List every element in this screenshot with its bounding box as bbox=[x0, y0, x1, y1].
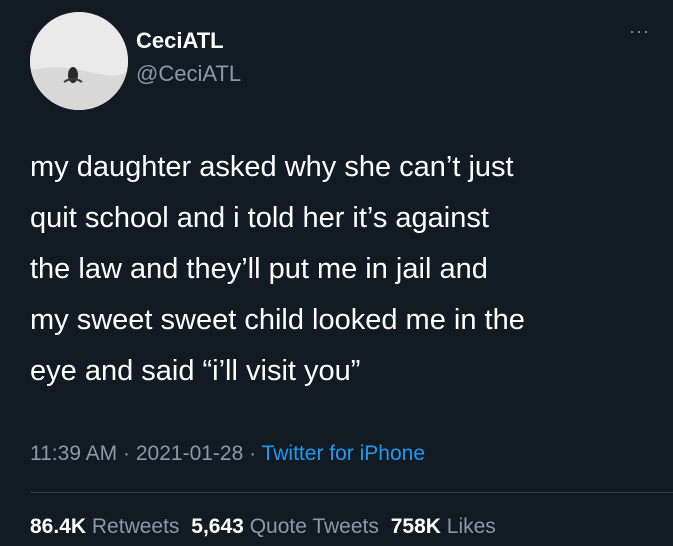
quote-tweets-count: 5,643 bbox=[191, 515, 244, 538]
user-handle[interactable]: @CeciATL bbox=[136, 61, 241, 87]
tweet-header: CeciATL @CeciATL ··· bbox=[30, 12, 650, 112]
meta-separator: · bbox=[249, 442, 257, 465]
retweets-stat[interactable]: 86.4K Retweets bbox=[30, 515, 179, 538]
likes-stat[interactable]: 758K Likes bbox=[391, 515, 496, 538]
tweet-source-link[interactable]: Twitter for iPhone bbox=[262, 442, 425, 465]
divider bbox=[30, 492, 673, 493]
likes-label: Likes bbox=[446, 515, 496, 538]
tweet-card: CeciATL @CeciATL ··· my daughter asked w… bbox=[0, 0, 673, 546]
tweet-meta: 11:39 AM · 2021-01-28 · Twitter for iPho… bbox=[30, 440, 425, 468]
tweet-text-line: quit school and i told her it’s against bbox=[30, 202, 489, 234]
tweet-stats: 86.4K Retweets 5,643 Quote Tweets 758K L… bbox=[30, 513, 502, 541]
tweet-text-line: eye and said “i’ll visit you” bbox=[30, 355, 361, 387]
retweets-label: Retweets bbox=[91, 515, 180, 538]
tweet-text: my daughter asked why she can’t just qui… bbox=[30, 142, 650, 397]
tweet-time[interactable]: 11:39 AM bbox=[30, 442, 117, 465]
meta-separator: · bbox=[123, 442, 131, 465]
tweet-text-line: my daughter asked why she can’t just bbox=[30, 151, 514, 183]
user-names: CeciATL @CeciATL bbox=[136, 28, 241, 87]
likes-count: 758K bbox=[390, 515, 441, 538]
tweet-text-line: the law and they’ll put me in jail and bbox=[30, 253, 488, 285]
tweet-text-line: my sweet sweet child looked me in the bbox=[30, 304, 525, 336]
avatar[interactable] bbox=[30, 12, 128, 110]
retweets-count: 86.4K bbox=[30, 515, 87, 538]
more-dots-icon[interactable]: ··· bbox=[629, 22, 650, 40]
quote-tweets-label: Quote Tweets bbox=[249, 515, 379, 538]
avatar-image bbox=[30, 12, 128, 110]
display-name[interactable]: CeciATL bbox=[136, 28, 241, 54]
quote-tweets-stat[interactable]: 5,643 Quote Tweets bbox=[191, 515, 379, 538]
tweet-date[interactable]: 2021-01-28 bbox=[136, 442, 243, 465]
